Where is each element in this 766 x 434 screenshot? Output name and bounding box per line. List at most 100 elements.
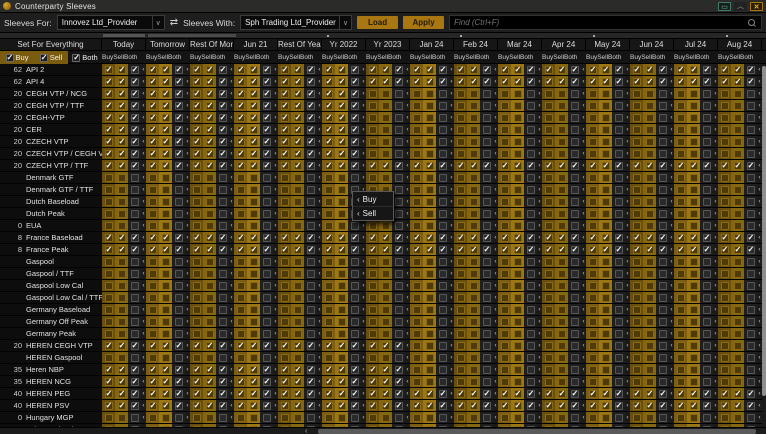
checkbox-buy[interactable] (105, 138, 113, 146)
checkbox-both[interactable] (351, 282, 359, 290)
checkbox-buy[interactable] (149, 354, 157, 362)
checkbox-sell[interactable] (206, 414, 214, 422)
checkbox-both[interactable] (351, 78, 359, 86)
checkbox-both[interactable] (131, 162, 139, 170)
checkbox-buy[interactable] (413, 90, 421, 98)
checkbox-sell[interactable] (382, 354, 390, 362)
checkbox-both[interactable] (615, 258, 623, 266)
checkbox-both[interactable] (571, 306, 579, 314)
checkbox-both[interactable] (703, 318, 711, 326)
checkbox-sell[interactable] (470, 282, 478, 290)
checkbox-sell[interactable] (294, 138, 302, 146)
checkbox-buy[interactable] (149, 222, 157, 230)
checkbox-buy[interactable] (721, 162, 729, 170)
checkbox-sell[interactable] (602, 186, 610, 194)
checkbox-both[interactable] (439, 198, 447, 206)
checkbox-both[interactable] (615, 246, 623, 254)
checkbox-sell[interactable] (690, 78, 698, 86)
checkbox-both[interactable] (131, 402, 139, 410)
checkbox-buy[interactable] (105, 90, 113, 98)
minimize-button-icon[interactable]: ▭ (718, 2, 731, 11)
checkbox-buy[interactable] (457, 186, 465, 194)
checkbox-buy[interactable] (237, 198, 245, 206)
checkbox-both[interactable] (571, 330, 579, 338)
checkbox-sell[interactable] (382, 402, 390, 410)
checkbox-both[interactable] (219, 210, 227, 218)
checkbox-sell[interactable] (338, 414, 346, 422)
checkbox-buy[interactable] (589, 186, 597, 194)
checkbox-buy[interactable] (413, 66, 421, 74)
checkbox-sell[interactable] (558, 162, 566, 170)
checkbox-sell[interactable] (338, 222, 346, 230)
checkbox-sell[interactable] (206, 258, 214, 266)
checkbox-both[interactable] (483, 186, 491, 194)
checkbox-buy[interactable] (281, 402, 289, 410)
checkbox-sell[interactable] (382, 234, 390, 242)
checkbox-buy[interactable] (545, 390, 553, 398)
checkbox-buy[interactable] (677, 270, 685, 278)
checkbox-buy[interactable] (369, 114, 377, 122)
checkbox-both[interactable] (483, 198, 491, 206)
checkbox-sell[interactable] (294, 342, 302, 350)
checkbox-sell[interactable] (206, 198, 214, 206)
checkbox-sell[interactable] (470, 378, 478, 386)
checkbox-both[interactable] (483, 354, 491, 362)
checkbox-sell[interactable] (118, 258, 126, 266)
checkbox-both[interactable] (615, 282, 623, 290)
checkbox-both[interactable] (175, 126, 183, 134)
checkbox-sell[interactable] (382, 90, 390, 98)
checkbox-both[interactable] (747, 318, 755, 326)
checkbox-both[interactable] (615, 102, 623, 110)
checkbox-buy[interactable] (633, 378, 641, 386)
checkbox-sell[interactable] (602, 258, 610, 266)
checkbox-sell[interactable] (470, 246, 478, 254)
checkbox-buy[interactable] (501, 150, 509, 158)
checkbox-sell[interactable] (250, 342, 258, 350)
checkbox-sell[interactable] (558, 354, 566, 362)
checkbox-both[interactable] (395, 210, 403, 218)
checkbox-buy[interactable] (633, 162, 641, 170)
checkbox-sell[interactable] (250, 390, 258, 398)
checkbox-buy[interactable] (193, 114, 201, 122)
checkbox-buy[interactable] (721, 270, 729, 278)
checkbox-sell[interactable] (426, 414, 434, 422)
checkbox-both[interactable] (703, 282, 711, 290)
checkbox-both[interactable] (703, 258, 711, 266)
checkbox-sell[interactable] (294, 306, 302, 314)
checkbox-both[interactable] (307, 342, 315, 350)
checkbox-buy[interactable] (457, 378, 465, 386)
checkbox-sell[interactable] (470, 150, 478, 158)
checkbox-both[interactable] (395, 402, 403, 410)
checkbox-sell[interactable] (206, 270, 214, 278)
checkbox-sell[interactable] (426, 354, 434, 362)
checkbox-buy[interactable] (721, 138, 729, 146)
checkbox-buy[interactable] (105, 126, 113, 134)
checkbox-sell[interactable] (646, 174, 654, 182)
checkbox-sell[interactable] (470, 126, 478, 134)
checkbox-both[interactable] (527, 342, 535, 350)
checkbox-sell[interactable] (118, 390, 126, 398)
checkbox-sell[interactable] (118, 366, 126, 374)
checkbox-sell[interactable] (206, 294, 214, 302)
checkbox-both[interactable] (131, 390, 139, 398)
checkbox-buy[interactable] (413, 378, 421, 386)
checkbox-sell[interactable] (162, 198, 170, 206)
checkbox-both[interactable] (527, 414, 535, 422)
checkbox-buy[interactable] (149, 162, 157, 170)
checkbox-sell[interactable] (470, 294, 478, 302)
checkbox-buy[interactable] (105, 414, 113, 422)
checkbox-sell[interactable] (646, 402, 654, 410)
checkbox-sell[interactable] (250, 66, 258, 74)
checkbox-buy[interactable] (193, 126, 201, 134)
checkbox-buy[interactable] (281, 90, 289, 98)
checkbox-both[interactable] (747, 402, 755, 410)
checkbox-sell[interactable] (250, 78, 258, 86)
checkbox-sell[interactable] (514, 234, 522, 242)
checkbox-buy[interactable] (325, 342, 333, 350)
checkbox-sell[interactable] (514, 354, 522, 362)
checkbox-buy[interactable] (237, 390, 245, 398)
checkbox-buy[interactable] (281, 330, 289, 338)
checkbox-both[interactable] (219, 378, 227, 386)
checkbox-sell[interactable] (118, 186, 126, 194)
checkbox-buy[interactable] (501, 258, 509, 266)
